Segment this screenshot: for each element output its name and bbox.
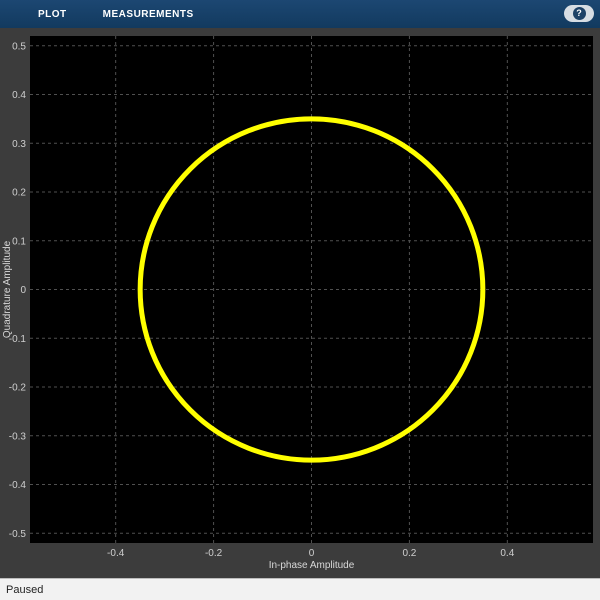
y-tick-label: -0.2 bbox=[9, 383, 27, 394]
x-tick-label: -0.2 bbox=[205, 548, 223, 559]
y-tick-label: -0.3 bbox=[9, 431, 27, 442]
status-bar: Paused bbox=[0, 578, 600, 600]
plot-region: -0.4 -0.2 0 0.2 0.4 0.5 0.4 0.3 0.2 0.1 0 -0.1 -0.2-… bbox=[0, 28, 600, 578]
help-icon: ? bbox=[572, 7, 586, 20]
y-tick-label: -0.5 bbox=[9, 529, 27, 540]
x-tick-label: 0.4 bbox=[500, 548, 514, 559]
y-axis-label: Quadrature Amplitude bbox=[2, 240, 13, 338]
x-axis-label: In-phase Amplitude bbox=[269, 560, 355, 571]
y-tick-label: 0.5 bbox=[12, 41, 26, 52]
y-tick-label: 0.1 bbox=[12, 236, 26, 247]
y-tick-label: 0.4 bbox=[12, 90, 26, 101]
tab-plot[interactable]: PLOT bbox=[38, 9, 67, 20]
constellation-plot: -0.4 -0.2 0 0.2 0.40.50.40.30.20.10-0.1-0.2-… bbox=[2, 36, 593, 571]
scope-window: PLOT MEASUREMENTS ? -0.4 -0.2 0 0.2 0.4 0.5 0.… bbox=[0, 0, 600, 600]
y-tick-label: 0.2 bbox=[12, 188, 26, 199]
y-tick-label: 0 bbox=[20, 285, 26, 296]
toolstrip: PLOT MEASUREMENTS ? bbox=[0, 0, 600, 28]
y-tick-label: 0.3 bbox=[12, 139, 26, 150]
x-tick-label: -0.4 bbox=[107, 548, 125, 559]
tab-measurements[interactable]: MEASUREMENTS bbox=[103, 9, 194, 20]
help-button[interactable]: ? bbox=[564, 5, 594, 22]
x-tick-label: 0 bbox=[309, 548, 315, 559]
y-tick-label: -0.4 bbox=[9, 480, 27, 491]
status-text: Paused bbox=[6, 583, 44, 596]
x-tick-label: 0.2 bbox=[402, 548, 416, 559]
